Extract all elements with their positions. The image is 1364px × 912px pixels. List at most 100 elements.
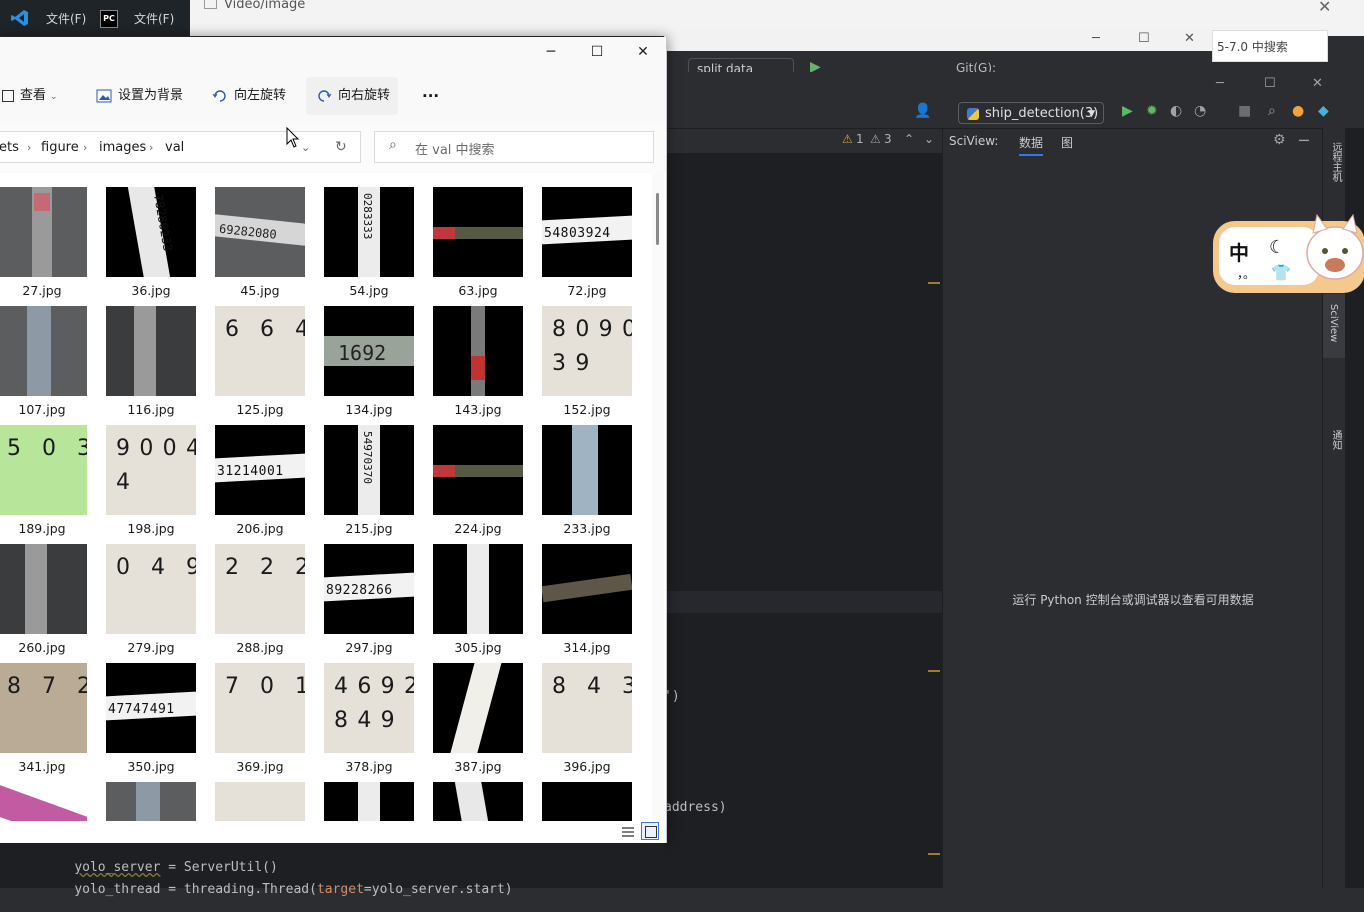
next-highlight-icon[interactable]: ⌄ (924, 132, 934, 146)
file-item[interactable]: 107.jpg (0, 306, 87, 418)
run-icon[interactable]: ▶ (1122, 103, 1133, 119)
file-item[interactable]: 89228266 297.jpg (324, 544, 414, 656)
file-item[interactable]: 8 4 3 396.jpg (542, 663, 632, 775)
file-thumbnail[interactable]: 1692 (324, 306, 414, 396)
file-thumbnail[interactable]: 4692849 (324, 663, 414, 753)
file-item[interactable]: 9 0 0 4 4 198.jpg (106, 425, 196, 537)
file-thumbnail[interactable] (433, 663, 523, 753)
file-thumbnail[interactable]: 503 (0, 425, 87, 515)
file-thumbnail[interactable]: 69282080 (215, 187, 305, 277)
file-thumbnail[interactable] (324, 782, 414, 821)
search-icon[interactable]: ⌕ (1268, 103, 1276, 119)
file-thumbnail[interactable] (433, 544, 523, 634)
file-item[interactable] (106, 782, 196, 821)
file-thumbnail[interactable]: 90044 (106, 425, 196, 515)
maximize-button[interactable]: ☐ (1138, 31, 1150, 46)
file-thumbnail[interactable]: 872 (0, 663, 87, 753)
details-view-icon[interactable] (620, 824, 636, 840)
file-thumbnail[interactable]: 809039 (542, 306, 632, 396)
file-thumbnail[interactable] (0, 187, 87, 277)
vscode-icon[interactable] (10, 8, 30, 28)
ide-maximize-button[interactable]: ☐ (1264, 76, 1276, 91)
file-item[interactable]: 233.jpg (542, 425, 632, 537)
prev-highlight-icon[interactable]: ⌃ (904, 132, 914, 146)
file-item[interactable]: 54970370 215.jpg (324, 425, 414, 537)
file-item[interactable]: 8 7 2 341.jpg (0, 663, 87, 775)
code-editor[interactable]: ⚠ 1 ⚠ 3 ⌃ ⌄ ') address) (664, 129, 942, 888)
breadcrumb-item[interactable]: images (99, 140, 146, 155)
stop-icon[interactable]: ■ (1238, 103, 1251, 119)
tab-data[interactable]: 数据 (1019, 134, 1044, 156)
file-thumbnail[interactable]: 31214001 (215, 425, 305, 515)
rotate-right-button[interactable]: 向右旋转 (316, 85, 390, 107)
file-thumbnail[interactable]: 049 (106, 544, 196, 634)
vertical-scrollbar[interactable] (652, 173, 664, 821)
file-item[interactable]: 2 2 2 288.jpg (215, 544, 305, 656)
ide-close-button[interactable]: ✕ (1312, 76, 1323, 91)
file-item[interactable]: 6 6 4 125.jpg (215, 306, 305, 418)
coverage-icon[interactable]: ◐ (1170, 103, 1182, 119)
maximize-button[interactable]: ☐ (582, 41, 612, 63)
gear-icon[interactable]: ⚙ (1273, 132, 1286, 148)
run-config-select[interactable]: ship_detection(3) ▼ (958, 102, 1104, 124)
file-thumbnail[interactable] (433, 306, 523, 396)
chevron-down-icon[interactable]: ⌄ (301, 141, 310, 154)
file-item[interactable]: 4 6 9 2 8 4 9 378.jpg (324, 663, 414, 775)
background-search-box[interactable]: 5-7.0 中搜索 (1212, 30, 1328, 62)
rotate-left-button[interactable]: 向左旋转 (212, 85, 286, 107)
file-item[interactable]: 63.jpg (433, 187, 523, 299)
close-button[interactable]: ✕ (628, 41, 658, 63)
file-thumbnail[interactable] (542, 425, 632, 515)
update-icon[interactable]: ● (1292, 103, 1304, 119)
file-item[interactable] (542, 782, 632, 821)
file-item[interactable]: 305.jpg (433, 544, 523, 656)
more-options-button[interactable]: ··· (422, 85, 439, 107)
file-item[interactable]: 47747491 350.jpg (106, 663, 196, 775)
file-thumbnail[interactable] (433, 187, 523, 277)
view-button[interactable]: 查看 ⌄ (2, 85, 58, 107)
file-thumbnail[interactable] (0, 544, 87, 634)
notifications-tool[interactable]: 通知 (1328, 430, 1343, 450)
ide-minimize-button[interactable]: ─ (1216, 76, 1224, 91)
file-thumbnail[interactable] (0, 306, 87, 396)
large-icons-view-icon[interactable] (641, 822, 659, 840)
file-thumbnail[interactable] (215, 782, 305, 821)
file-item[interactable]: 1692 134.jpg (324, 306, 414, 418)
file-thumbnail[interactable]: 89228266 (324, 544, 414, 634)
minimize-button[interactable]: ─ (536, 41, 566, 63)
file-item[interactable]: 69282080 45.jpg (215, 187, 305, 299)
file-item[interactable]: 143.jpg (433, 306, 523, 418)
file-item[interactable]: 7 0 1 369.jpg (215, 663, 305, 775)
file-thumbnail[interactable] (106, 306, 196, 396)
file-thumbnail[interactable]: 78280233 (106, 187, 196, 277)
tab-plots[interactable]: 图 (1061, 134, 1073, 151)
file-thumbnail[interactable]: 701 (215, 663, 305, 753)
file-thumbnail[interactable]: 664 (215, 306, 305, 396)
breadcrumb-item[interactable]: val (165, 140, 184, 155)
punctuation-label[interactable]: ，。 (1237, 265, 1255, 282)
file-item[interactable]: 0 4 9 279.jpg (106, 544, 196, 656)
refresh-icon[interactable]: ↻ (335, 139, 347, 155)
breadcrumb-item[interactable]: ets (0, 140, 19, 155)
vscode-file-menu[interactable]: 文件(F) (46, 10, 86, 27)
file-item[interactable]: 116.jpg (106, 306, 196, 418)
file-item[interactable]: 0283333 54.jpg (324, 187, 414, 299)
file-thumbnail[interactable] (0, 782, 87, 821)
file-item[interactable]: 54803924 72.jpg (542, 187, 632, 299)
background-close-button[interactable]: ✕ (1318, 0, 1331, 16)
file-item[interactable]: 8 0 9 0 3 9 152.jpg (542, 306, 632, 418)
search-input[interactable]: ⌕ 在 val 中搜索 (374, 131, 654, 163)
debug-icon[interactable]: ✹ (1146, 103, 1158, 119)
file-thumbnail[interactable]: 0283333 (324, 187, 414, 277)
ime-mode-label[interactable]: 中 (1229, 237, 1249, 266)
minimize-button[interactable]: ─ (1092, 31, 1100, 46)
file-item[interactable]: 27.jpg (0, 187, 87, 299)
jetbrains-icon[interactable]: ◆ (1318, 103, 1329, 119)
breadcrumb-item[interactable]: figure (41, 140, 79, 155)
file-item[interactable]: 387.jpg (433, 663, 523, 775)
profile-run-icon[interactable]: ◔ (1194, 103, 1206, 119)
file-thumbnail[interactable]: 54970370 (324, 425, 414, 515)
file-item[interactable]: 314.jpg (542, 544, 632, 656)
moon-icon[interactable]: ☾ (1269, 237, 1285, 258)
file-item[interactable]: 260.jpg (0, 544, 87, 656)
